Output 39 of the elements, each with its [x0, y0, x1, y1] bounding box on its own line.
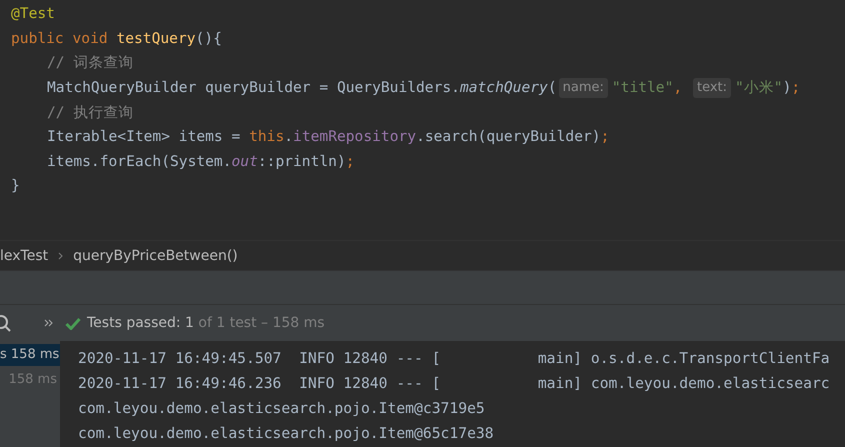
code-token: out: [232, 152, 258, 172]
code-token: public void: [11, 28, 109, 49]
breadcrumb-item[interactable]: queryByPriceBetween(): [73, 248, 238, 264]
code-token: (){: [196, 28, 222, 49]
code-token: matchQuery: [460, 78, 548, 98]
code-token: ;: [346, 152, 355, 172]
code-token: ;: [791, 78, 800, 98]
console-line: 2020-11-17 16:49:46.236 INFO 12840 --- [ main] com.leyou.demo.elasticsearc: [78, 374, 831, 394]
code-token: testQuery: [116, 28, 196, 49]
code-token: ;: [600, 127, 610, 148]
code-token: ::println): [258, 152, 346, 172]
test-tree-item[interactable]: s 158 ms: [0, 344, 60, 366]
code-token: ,: [673, 78, 684, 98]
console-line: com.leyou.demo.elasticsearch.pojo.Item@c3719e5: [78, 399, 486, 419]
check-icon: [65, 316, 81, 330]
code-token: "小米": [735, 78, 783, 98]
code-token: Iterable<Item> items =: [47, 127, 242, 148]
breadcrumb-item[interactable]: lexTest: [0, 248, 48, 264]
code-token: .: [284, 127, 294, 148]
code-token: MatchQueryBuilder queryBuilder = QueryBuilders.: [47, 78, 460, 98]
parameter-hint: text:: [692, 78, 732, 98]
code-token: }: [11, 176, 20, 196]
code-token: .search(queryBuilder): [416, 127, 601, 148]
code-token: // 执行查询: [47, 102, 134, 123]
code-token: this: [249, 127, 284, 148]
chevron-right-icon: [58, 252, 64, 260]
parameter-hint: name:: [558, 78, 608, 98]
code-token: @Test: [11, 4, 55, 24]
code-token: "title": [612, 78, 674, 98]
code-token: itemRepository: [293, 127, 416, 148]
search-icon: [0, 314, 12, 332]
code-token: ): [782, 78, 792, 98]
console-line: 2020-11-17 16:49:45.507 INFO 12840 --- [ main] o.s.d.e.c.TransportClientFa: [78, 349, 831, 369]
test-status: Tests passed: 1 of 1 test – 158 ms: [87, 315, 325, 331]
code-token: items.forEach(System.: [47, 152, 232, 172]
code-token: // 词条查询: [47, 53, 134, 74]
code-token: (: [548, 78, 557, 98]
double-chevron-icon[interactable]: [44, 319, 53, 327]
console-line: com.leyou.demo.elasticsearch.pojo.Item@65c17e38: [78, 424, 495, 444]
